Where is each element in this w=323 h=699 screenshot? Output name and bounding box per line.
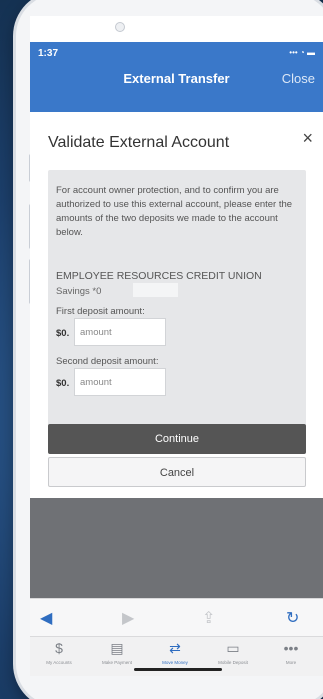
tab-label: Move Money — [162, 660, 188, 665]
second-deposit-prefix: $0. — [56, 378, 70, 389]
modal-overlay — [30, 498, 323, 598]
second-deposit-label: Second deposit amount: — [56, 356, 159, 367]
account-number-mask — [133, 283, 178, 297]
tab-make-payment[interactable]: ▤ Make Payment — [88, 640, 146, 665]
signal-icon: ••• — [289, 48, 298, 57]
description-text: For account owner protection, and to con… — [56, 185, 293, 238]
first-deposit-prefix: $0. — [56, 328, 70, 339]
forward-icon[interactable]: ▶ — [122, 608, 134, 628]
tab-my-accounts[interactable]: $ My Accounts — [30, 640, 88, 665]
refresh-icon[interactable]: ↻ — [286, 608, 299, 628]
close-icon[interactable]: × — [302, 128, 313, 149]
app-screen: 1:37 ••• ◔ ▬ External Transfer Close Val… — [30, 16, 323, 676]
payment-icon: ▤ — [110, 640, 124, 656]
wifi-icon: ◔ — [299, 48, 305, 57]
back-icon[interactable]: ◀ — [40, 608, 52, 628]
close-button[interactable]: Close — [282, 71, 315, 86]
transfer-icon: ⇄ — [169, 640, 181, 656]
tab-move-money[interactable]: ⇄ Move Money — [146, 640, 204, 665]
account-label: Savings *0 — [56, 286, 102, 297]
tab-label: My Accounts — [46, 660, 72, 665]
first-deposit-input[interactable]: amount — [74, 318, 166, 346]
browser-toolbar: ◀ ▶ ⇪ ↻ — [30, 598, 323, 636]
deposit-form-panel: For account owner protection, and to con… — [48, 170, 306, 442]
first-deposit-label: First deposit amount: — [56, 306, 145, 317]
validate-account-modal: Validate External Account × For account … — [30, 112, 323, 498]
check-deposit-icon: ▭ — [226, 640, 240, 656]
modal-title: Validate External Account — [48, 134, 230, 151]
nav-header: 1:37 ••• ◔ ▬ External Transfer Close — [30, 42, 323, 112]
home-indicator — [134, 668, 222, 671]
institution-name: EMPLOYEE RESOURCES CREDIT UNION — [56, 270, 262, 282]
page-title: External Transfer — [123, 71, 230, 86]
battery-icon: ▬ — [307, 48, 315, 57]
camera-icon — [115, 22, 125, 32]
more-icon: ••• — [283, 640, 299, 656]
dollar-icon: $ — [55, 640, 63, 656]
tab-more[interactable]: ••• More — [262, 640, 320, 665]
second-deposit-input[interactable]: amount — [74, 368, 166, 396]
status-time: 1:37 — [38, 48, 59, 59]
tab-label: More — [285, 660, 297, 665]
tab-label: Mobile Deposit — [218, 660, 248, 665]
tab-mobile-deposit[interactable]: ▭ Mobile Deposit — [204, 640, 262, 665]
share-icon[interactable]: ⇪ — [202, 608, 215, 628]
continue-button[interactable]: Continue — [48, 424, 306, 454]
cancel-button[interactable]: Cancel — [48, 457, 306, 487]
status-icons: ••• ◔ ▬ — [289, 48, 315, 57]
tab-label: Make Payment — [101, 660, 132, 665]
